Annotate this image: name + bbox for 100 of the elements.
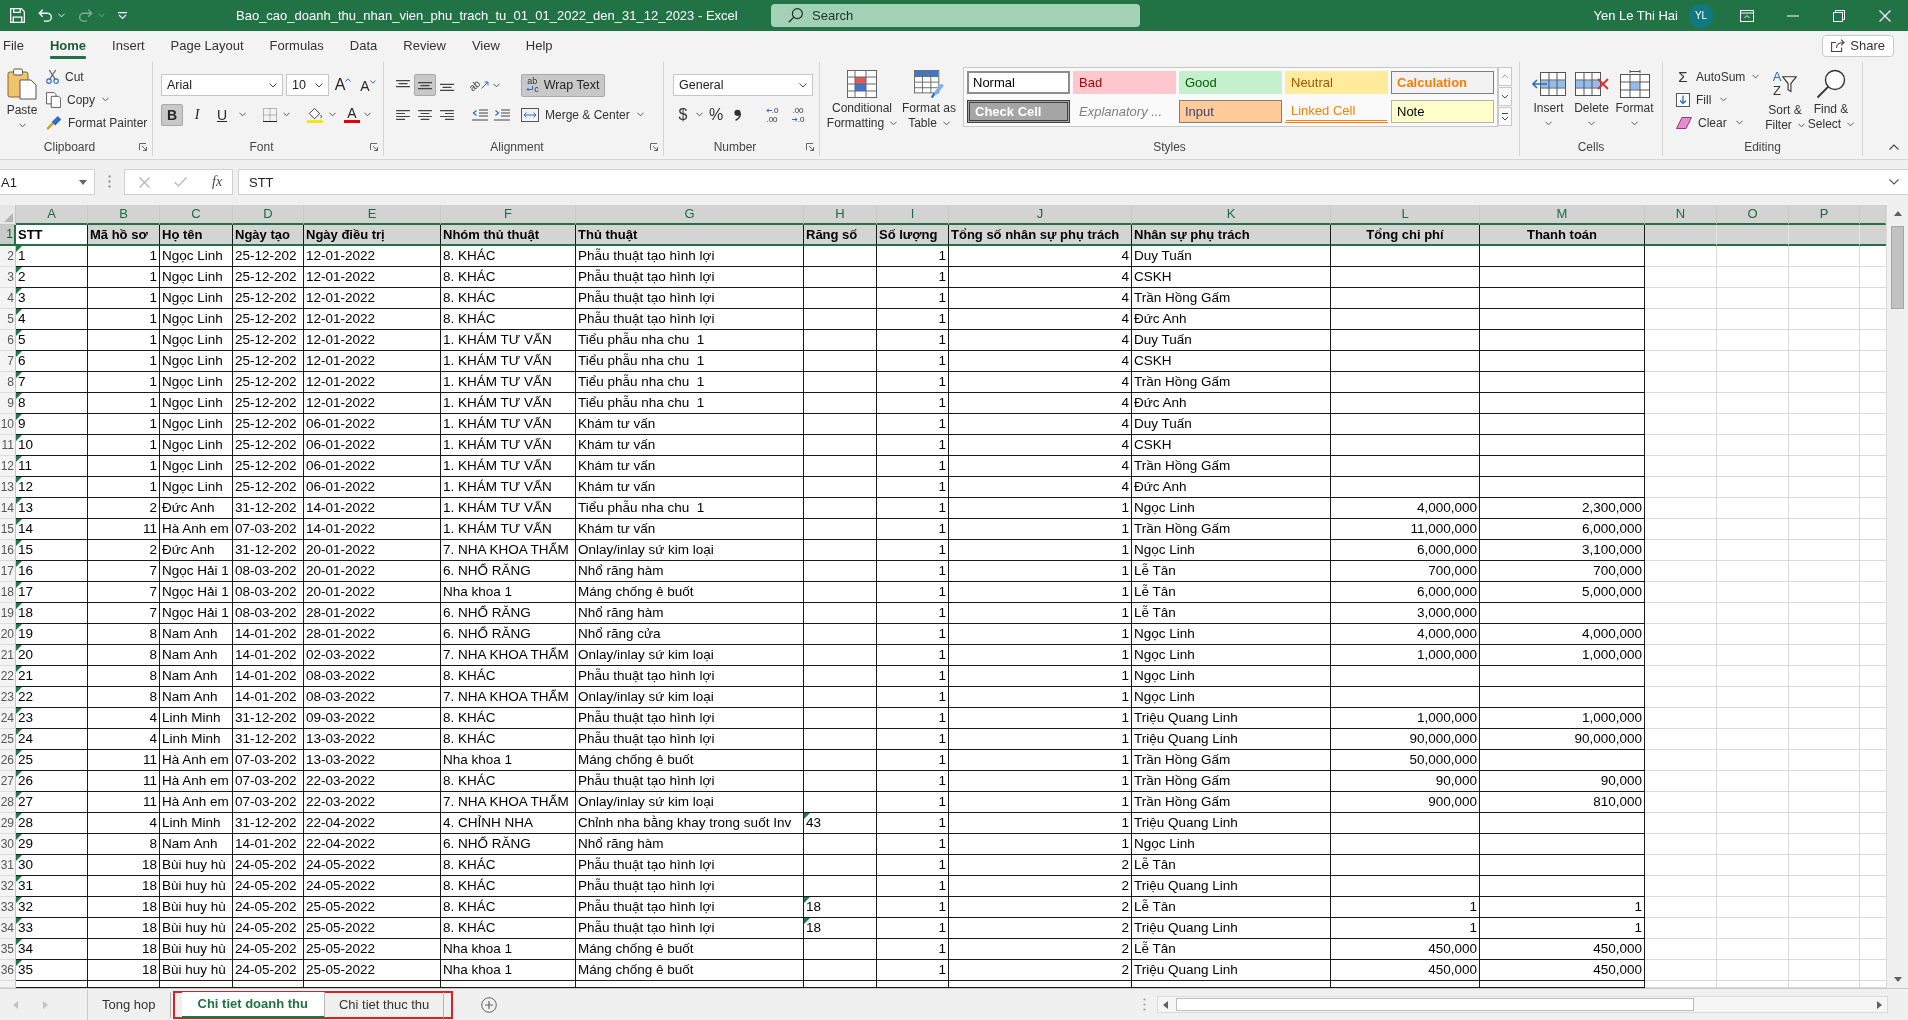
cell-style-option[interactable]: Normal bbox=[967, 71, 1070, 94]
corner-arrow-icon[interactable] bbox=[370, 143, 378, 151]
menu-tab[interactable]: Page Layout bbox=[157, 31, 257, 60]
row-header[interactable]: 17 bbox=[0, 561, 16, 582]
close-icon[interactable] bbox=[1879, 9, 1891, 22]
row-header[interactable]: 13 bbox=[0, 477, 16, 498]
name-box[interactable]: A1 bbox=[0, 169, 95, 195]
cancel-icon[interactable] bbox=[139, 176, 150, 188]
row-header[interactable]: 1 bbox=[0, 225, 16, 246]
format-as-table-button[interactable]: Format as Table bbox=[898, 62, 960, 138]
column-header[interactable]: I bbox=[877, 205, 949, 225]
font-style-button[interactable]: U bbox=[211, 103, 233, 126]
column-header[interactable]: L bbox=[1331, 205, 1480, 225]
vertical-dots-icon[interactable] bbox=[1143, 998, 1146, 1011]
orientation-button[interactable]: ab bbox=[466, 74, 504, 96]
cell-style-option[interactable]: Explanatory ... bbox=[1073, 100, 1176, 123]
format-cells-button[interactable]: Format bbox=[1613, 62, 1656, 138]
chevron-down-icon[interactable] bbox=[1498, 87, 1512, 106]
menu-tab[interactable]: Help bbox=[512, 31, 566, 60]
row-header[interactable]: 35 bbox=[0, 939, 16, 960]
caret-icon[interactable] bbox=[239, 112, 246, 117]
font-style-button[interactable]: B bbox=[161, 103, 183, 126]
user-avatar[interactable]: YL bbox=[1689, 3, 1713, 28]
row-header[interactable]: 6 bbox=[0, 330, 16, 351]
triangle-left-icon[interactable] bbox=[1163, 1000, 1168, 1009]
row-header[interactable]: 18 bbox=[0, 582, 16, 603]
menu-tab[interactable]: View bbox=[458, 31, 513, 60]
currency-format-button[interactable]: $ bbox=[673, 103, 693, 126]
row-header[interactable]: 16 bbox=[0, 540, 16, 561]
triangle-up-icon[interactable] bbox=[1893, 211, 1902, 216]
row-header[interactable]: 3 bbox=[0, 267, 16, 288]
delete-cells-button[interactable]: Delete bbox=[1570, 62, 1613, 138]
row-header[interactable]: 28 bbox=[0, 792, 16, 813]
sort-and-filter-button[interactable]: A Z Sort & Filter bbox=[1763, 62, 1807, 138]
row-header[interactable]: 10 bbox=[0, 414, 16, 435]
column-header[interactable]: C bbox=[160, 205, 233, 225]
row-header[interactable]: 24 bbox=[0, 708, 16, 729]
decrease-font-size-button[interactable]: A bbox=[357, 74, 379, 96]
caret-icon[interactable] bbox=[283, 112, 290, 117]
scrollbar-thumb[interactable] bbox=[1891, 226, 1904, 309]
row-header[interactable]: 33 bbox=[0, 897, 16, 918]
row-header[interactable]: 7 bbox=[0, 351, 16, 372]
caret-icon[interactable] bbox=[636, 112, 644, 117]
sheet-tab[interactable]: Tong hop bbox=[88, 991, 171, 1018]
corner-arrow-icon[interactable] bbox=[139, 143, 147, 151]
row-header[interactable]: 29 bbox=[0, 813, 16, 834]
corner-arrow-icon[interactable] bbox=[650, 143, 658, 151]
menu-tab[interactable]: Review bbox=[390, 31, 459, 60]
row-header[interactable]: 32 bbox=[0, 876, 16, 897]
column-header[interactable]: O bbox=[1717, 205, 1789, 225]
paste-button[interactable]: Paste bbox=[2, 62, 42, 138]
chevron-bar-icon[interactable] bbox=[1498, 107, 1512, 126]
formula-field[interactable]: STT bbox=[238, 169, 1908, 195]
row-header[interactable]: 19 bbox=[0, 603, 16, 624]
checkmark-icon[interactable] bbox=[174, 177, 187, 187]
column-header[interactable]: H bbox=[804, 205, 877, 225]
caret-icon[interactable] bbox=[696, 112, 703, 117]
row-header[interactable]: 15 bbox=[0, 519, 16, 540]
row-header[interactable]: 11 bbox=[0, 435, 16, 456]
caret-icon[interactable] bbox=[102, 97, 109, 102]
cell-style-option[interactable]: Note bbox=[1391, 100, 1494, 123]
align-middle-button[interactable] bbox=[414, 74, 436, 96]
share-button[interactable]: Share bbox=[1822, 34, 1894, 57]
dotted-grid-icon[interactable] bbox=[263, 107, 277, 122]
autosum-button[interactable]: Σ AutoSum bbox=[1672, 65, 1750, 88]
plus-circle-icon[interactable] bbox=[481, 996, 498, 1013]
sheet-tab[interactable]: Chi tiet doanh thu bbox=[181, 991, 325, 1018]
row-header[interactable]: 2 bbox=[0, 246, 16, 267]
cell-style-option[interactable]: Neutral bbox=[1285, 71, 1388, 94]
vertical-dots-icon[interactable] bbox=[108, 175, 111, 188]
column-header[interactable]: F bbox=[441, 205, 576, 225]
increase-decimal-button[interactable]: .0 .00 bbox=[760, 103, 784, 126]
font-color-button[interactable]: A bbox=[343, 103, 361, 126]
row-header[interactable]: 25 bbox=[0, 729, 16, 750]
minimize-icon[interactable] bbox=[1787, 14, 1799, 17]
restore-icon[interactable] bbox=[1833, 9, 1845, 22]
font-name-dropdown[interactable]: Arial bbox=[161, 74, 283, 96]
sheet-tab[interactable]: Chi tiet thuc thu bbox=[325, 991, 445, 1018]
format-painter-button[interactable]: Format Painter bbox=[42, 111, 152, 134]
column-header[interactable]: G bbox=[576, 205, 804, 225]
row-header[interactable]: 31 bbox=[0, 855, 16, 876]
triangle-down-icon[interactable] bbox=[1893, 977, 1902, 982]
conditional-formatting-button[interactable]: Conditional Formatting bbox=[826, 62, 898, 138]
percent-style-button[interactable]: % bbox=[706, 103, 726, 126]
merge-and-center-button[interactable]: Merge & Center bbox=[517, 103, 634, 126]
triangle-right-icon[interactable] bbox=[1877, 1000, 1882, 1009]
row-header[interactable]: 36 bbox=[0, 960, 16, 981]
row-header[interactable]: 26 bbox=[0, 750, 16, 771]
caret-icon[interactable] bbox=[1752, 74, 1760, 79]
cut-button[interactable]: Cut bbox=[42, 65, 152, 88]
menu-tab[interactable]: Home bbox=[36, 31, 100, 60]
chevron-up-icon[interactable] bbox=[1889, 144, 1899, 150]
column-header[interactable]: J bbox=[949, 205, 1132, 225]
cell-style-option[interactable]: Input bbox=[1179, 100, 1282, 123]
column-header[interactable]: M bbox=[1480, 205, 1645, 225]
column-header[interactable]: N bbox=[1645, 205, 1717, 225]
comma-icon[interactable] bbox=[734, 108, 741, 121]
row-header[interactable]: 12 bbox=[0, 456, 16, 477]
caret-icon[interactable] bbox=[364, 112, 371, 117]
save-icon[interactable] bbox=[10, 8, 25, 23]
